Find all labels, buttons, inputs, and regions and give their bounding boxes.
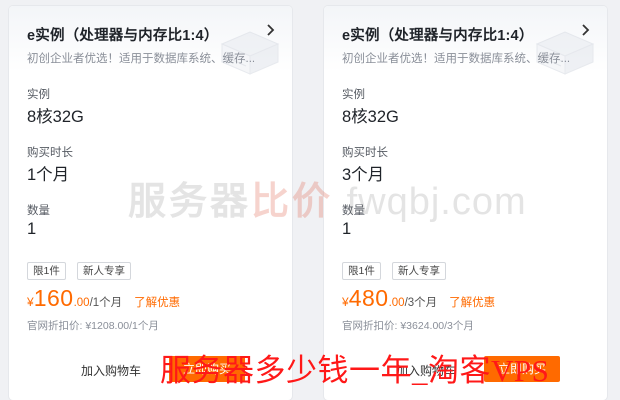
- chevron-right-icon[interactable]: [262, 22, 278, 38]
- price-decimal: .00: [73, 297, 90, 309]
- chevron-right-icon[interactable]: [577, 22, 593, 38]
- quantity-value[interactable]: 1: [27, 220, 36, 239]
- discount-info-link[interactable]: 了解优惠: [449, 297, 495, 309]
- duration-value[interactable]: 1个月: [27, 161, 69, 185]
- duration-value[interactable]: 3个月: [342, 161, 384, 185]
- buy-now-button[interactable]: 立即购买: [484, 356, 560, 382]
- add-to-cart-button[interactable]: 加入购物车: [81, 362, 141, 379]
- buy-now-button[interactable]: 立即购买: [169, 356, 245, 382]
- instance-label: 实例: [342, 89, 365, 101]
- instance-value[interactable]: 8核32G: [27, 103, 84, 127]
- card-title: e实例（处理器与内存比1:4）: [342, 28, 534, 44]
- new-user-tag: 新人专享: [77, 262, 131, 280]
- duration-label: 购买时长: [342, 147, 388, 159]
- price-currency: ¥: [342, 295, 349, 309]
- add-to-cart-button[interactable]: 加入购物车: [396, 362, 456, 379]
- new-user-tag: 新人专享: [392, 262, 446, 280]
- product-card-3month: e实例（处理器与内存比1:4） 初创企业者优选！适用于数据库系统、缓存... 实…: [324, 6, 607, 400]
- official-discount-price: 官网折扣价: ¥1208.00/1个月: [27, 320, 159, 332]
- price-integer: 160: [33, 285, 74, 311]
- instance-value[interactable]: 8核32G: [342, 103, 399, 127]
- price-row: ¥480.00/3个月 了解优惠: [342, 285, 495, 313]
- official-discount-price: 官网折扣价: ¥3624.00/3个月: [342, 320, 474, 332]
- price-decimal: .00: [388, 297, 405, 309]
- card-subtitle: 初创企业者优选！适用于数据库系统、缓存...: [27, 53, 256, 65]
- duration-label: 购买时长: [27, 147, 73, 159]
- quantity-value[interactable]: 1: [342, 220, 351, 239]
- card-title: e实例（处理器与内存比1:4）: [27, 28, 219, 44]
- product-card-1month: e实例（处理器与内存比1:4） 初创企业者优选！适用于数据库系统、缓存... 实…: [9, 6, 292, 400]
- discount-info-link[interactable]: 了解优惠: [134, 297, 180, 309]
- price-currency: ¥: [27, 295, 34, 309]
- price-period: /3个月: [404, 297, 438, 309]
- instance-label: 实例: [27, 89, 50, 101]
- limit-tag: 限1件: [342, 262, 381, 280]
- quantity-label: 数量: [342, 205, 365, 217]
- quantity-label: 数量: [27, 205, 50, 217]
- price-period: /1个月: [89, 297, 123, 309]
- limit-tag: 限1件: [27, 262, 66, 280]
- price-integer: 480: [348, 285, 389, 311]
- card-subtitle: 初创企业者优选！适用于数据库系统、缓存...: [342, 53, 571, 65]
- price-row: ¥160.00/1个月 了解优惠: [27, 285, 180, 313]
